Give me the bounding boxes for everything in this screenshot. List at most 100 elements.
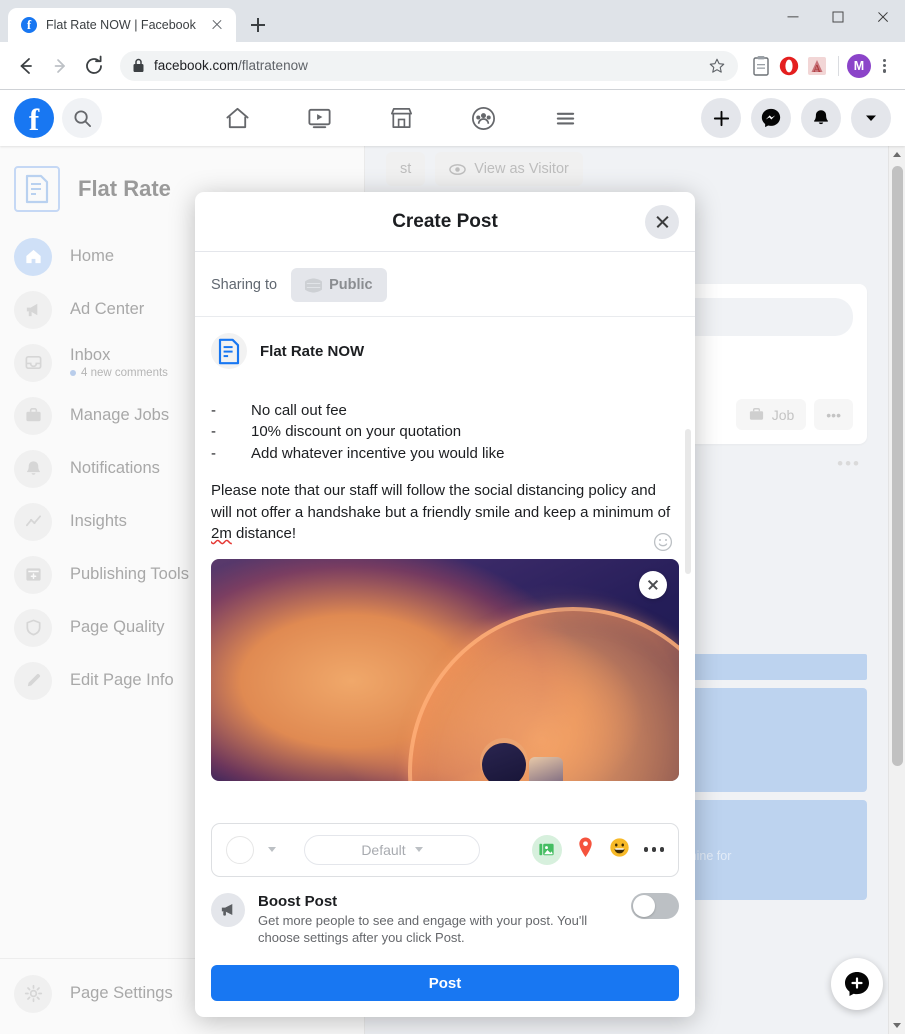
inbox-icon <box>14 343 52 382</box>
emoji-icon[interactable] <box>653 532 673 552</box>
groups-icon[interactable] <box>470 104 498 132</box>
scroll-up-icon[interactable] <box>889 146 905 163</box>
marketplace-icon[interactable] <box>388 104 416 132</box>
post-composer-text[interactable]: - No call out fee - 10% discount on your… <box>195 373 695 545</box>
bookmark-star-icon[interactable] <box>708 57 726 75</box>
browser-menu-icon[interactable] <box>873 53 895 79</box>
toolbar-divider <box>838 55 839 76</box>
document-icon <box>14 166 60 212</box>
page-scrollbar[interactable] <box>888 146 905 1034</box>
bell-icon <box>14 449 52 488</box>
home-icon[interactable] <box>224 104 252 132</box>
new-tab-button[interactable] <box>244 11 272 39</box>
window-controls <box>770 0 905 34</box>
document-icon <box>211 333 247 369</box>
page-title: Flat Rate <box>78 176 171 201</box>
more-dots-label: ••• <box>826 406 841 423</box>
sharing-row: Sharing to Public <box>195 252 695 317</box>
close-icon[interactable] <box>208 16 226 34</box>
tab-title: Flat Rate NOW | Facebook <box>46 18 196 32</box>
photo-icon[interactable] <box>531 834 562 865</box>
browser-toolbar: facebook.com/flatratenow A M <box>0 42 905 90</box>
minimize-icon[interactable] <box>770 0 815 34</box>
watch-icon[interactable] <box>306 104 334 132</box>
eye-icon <box>449 163 467 175</box>
chevron-down-icon[interactable] <box>851 98 891 138</box>
url-text: facebook.com/flatratenow <box>154 58 308 73</box>
remove-image-icon[interactable] <box>639 570 667 599</box>
chart-icon <box>14 502 52 541</box>
search-icon[interactable] <box>62 98 102 138</box>
address-bar[interactable]: facebook.com/flatratenow <box>120 50 738 81</box>
more-options-icon[interactable]: ••• <box>814 399 853 430</box>
bell-icon[interactable] <box>801 98 841 138</box>
dialog-title: Create Post <box>392 210 498 232</box>
facebook-navbar <box>0 90 905 146</box>
pencil-icon <box>14 661 52 700</box>
view-as-visitor-button[interactable]: View as Visitor <box>435 152 583 186</box>
post-button[interactable]: Post <box>211 965 679 1001</box>
forward-icon[interactable] <box>44 50 76 82</box>
smiley-icon[interactable] <box>609 837 630 863</box>
adobe-acrobat-icon[interactable]: A <box>804 53 830 79</box>
messenger-plus-icon[interactable] <box>831 958 883 1010</box>
messenger-icon[interactable] <box>751 98 791 138</box>
unread-dot-icon <box>70 370 76 376</box>
globe-icon <box>305 278 323 292</box>
facebook-logo[interactable] <box>14 98 54 138</box>
bullet-text: No call out fee <box>251 402 347 419</box>
sidebar-item-label: Page Quality <box>70 618 165 636</box>
audience-selector[interactable]: Public <box>291 268 387 302</box>
more-options-icon[interactable] <box>643 847 664 852</box>
image-object-cylinder <box>529 756 564 781</box>
sidebar-item-label: Inbox <box>70 346 111 364</box>
bullet-text: 10% discount on your quotation <box>251 423 462 441</box>
bullet-dash: - <box>211 423 216 441</box>
post-bullet-list: - No call out fee - 10% discount on your… <box>211 400 679 464</box>
scroll-down-icon[interactable] <box>889 1017 905 1034</box>
job-button[interactable]: Job <box>735 399 807 430</box>
job-label: Job <box>771 406 795 423</box>
menu-icon[interactable] <box>552 104 580 132</box>
create-post-dialog: Create Post Sharing to Public Flat Rate … <box>195 192 695 1017</box>
opera-icon[interactable] <box>776 53 802 79</box>
dialog-body: Flat Rate NOW - No call out fee - 10% di… <box>195 317 695 807</box>
maximize-icon[interactable] <box>815 0 860 34</box>
dialog-scrollbar-thumb[interactable] <box>685 429 691 574</box>
browser-tab[interactable]: Flat Rate NOW | Facebook <box>8 8 236 42</box>
page-action-button[interactable]: st <box>386 152 426 186</box>
boost-description: Get more people to see and engage with y… <box>258 912 588 946</box>
gear-icon <box>14 974 52 1013</box>
font-style-dropdown[interactable]: Default <box>304 834 480 865</box>
navbar-right <box>701 98 891 138</box>
chevron-down-icon[interactable] <box>268 847 276 853</box>
boost-text-block: Boost Post Get more people to see and en… <box>258 893 588 947</box>
plus-icon[interactable] <box>701 98 741 138</box>
title-bar: Flat Rate NOW | Facebook <box>0 0 905 42</box>
bullet-text: Add whatever incentive you would like <box>251 444 505 462</box>
browser-window: Flat Rate NOW | Facebook facebook.com/fl… <box>0 0 905 1034</box>
scrollbar-thumb[interactable] <box>892 166 903 766</box>
location-pin-icon[interactable] <box>576 836 595 864</box>
shield-icon <box>14 608 52 647</box>
clipboard-icon[interactable] <box>748 53 774 79</box>
chevron-down-icon <box>414 847 423 853</box>
page-viewport: Flat Rate Home Ad Center <box>0 90 905 1034</box>
dialog-header: Create Post <box>195 192 695 252</box>
sharing-label: Sharing to <box>211 277 278 293</box>
briefcase-icon <box>749 408 763 420</box>
reload-icon[interactable] <box>78 50 110 82</box>
boost-toggle[interactable] <box>631 892 679 919</box>
navbar-center <box>102 104 701 132</box>
post-bullet-item: - Add whatever incentive you would like <box>211 443 679 464</box>
close-icon[interactable] <box>645 204 679 239</box>
sidebar-item-label: Ad Center <box>70 300 145 318</box>
page-action-label: st <box>400 161 412 177</box>
color-circle-icon[interactable] <box>226 835 254 864</box>
close-icon[interactable] <box>860 0 905 34</box>
sidebar-item-label: Publishing Tools <box>70 565 189 583</box>
publish-icon <box>14 555 52 594</box>
profile-avatar[interactable]: M <box>847 53 871 78</box>
home-icon <box>14 237 52 276</box>
back-icon[interactable] <box>10 50 42 82</box>
